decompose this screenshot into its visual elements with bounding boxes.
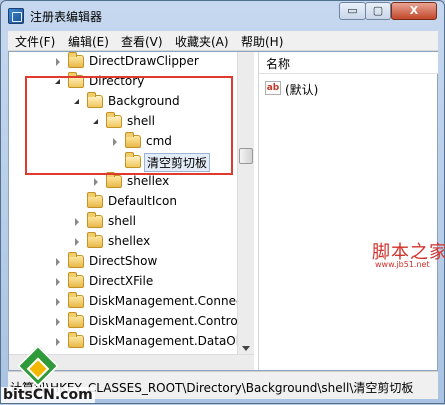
site-logo: bitsCN.com: [1, 344, 95, 405]
tree-item-label: DirectShow: [89, 254, 158, 268]
tree-item-label: DefaultIcon: [108, 194, 177, 208]
expand-icon[interactable]: [53, 57, 63, 67]
folder-icon: [68, 332, 84, 348]
menu-edit[interactable]: 编辑(E): [68, 33, 109, 50]
tree-item-directxfile[interactable]: DirectXFile: [9, 272, 237, 292]
menu-file[interactable]: 文件(F): [15, 33, 55, 50]
main-content: DirectDrawClipper Directory Background s…: [8, 51, 445, 371]
folder-icon: [68, 312, 84, 328]
tree-item-label: shellex: [108, 234, 151, 248]
menu-bar: 文件(F) 编辑(E) 查看(V) 收藏夹(A) 帮助(H): [8, 31, 438, 51]
string-value-icon: ab: [265, 81, 281, 95]
expand-icon[interactable]: [53, 317, 63, 327]
tree-item-label: DirectXFile: [89, 274, 154, 288]
minimize-button[interactable]: ▭: [339, 2, 366, 20]
scroll-down-arrow-icon[interactable]: [242, 346, 250, 351]
window-title: 注册表编辑器: [30, 10, 103, 24]
folder-icon: [87, 232, 103, 248]
tree-item-directdrawclipper[interactable]: DirectDrawClipper: [9, 52, 237, 72]
tree-item-diskmanagement-connec[interactable]: DiskManagement.Connec: [9, 292, 243, 312]
tree-item-label: DiskManagement.Contro: [89, 314, 238, 328]
column-header-label: 名称: [266, 57, 291, 71]
maximize-button[interactable]: ▢: [365, 2, 391, 20]
watermark-url: www.jb51.net: [375, 260, 430, 269]
expand-icon[interactable]: [53, 297, 63, 307]
folder-icon: [68, 272, 84, 288]
folder-icon: [87, 212, 103, 228]
tree-item-directshow[interactable]: DirectShow: [9, 252, 237, 272]
logo-text: bitsCN.com: [1, 387, 95, 403]
expand-icon[interactable]: [72, 237, 82, 247]
values-list[interactable]: 名称 ab (默认): [258, 52, 438, 370]
expand-icon[interactable]: [91, 177, 101, 187]
scrollbar-thumb[interactable]: [239, 148, 253, 164]
tree-vertical-scrollbar[interactable]: [237, 52, 254, 354]
tree-item-label: shell: [108, 214, 136, 228]
tree-item-shellex[interactable]: shellex: [9, 172, 237, 192]
tree-item-label: DiskManagement.DataOl: [89, 334, 240, 348]
registry-tree[interactable]: DirectDrawClipper Directory Background s…: [9, 52, 258, 370]
tree-item-shellex[interactable]: shellex: [9, 232, 237, 252]
value-name: (默认): [285, 83, 319, 97]
tree-item-defaulticon[interactable]: DefaultIcon: [9, 192, 237, 212]
close-button[interactable]: X: [391, 2, 437, 20]
tree-item-diskmanagement-contro[interactable]: DiskManagement.Contro: [9, 312, 238, 332]
expand-icon[interactable]: [72, 217, 82, 227]
registry-app-icon: [8, 8, 24, 24]
folder-icon: [68, 292, 84, 308]
tree-item-label: DirectDrawClipper: [89, 54, 199, 68]
tree-item-label: shellex: [127, 174, 170, 188]
folder-icon: [87, 192, 103, 208]
tree-item-shell[interactable]: shell: [9, 212, 237, 232]
title-bar: 注册表编辑器 ▭ ▢ X: [1, 1, 444, 31]
expand-icon[interactable]: [53, 257, 63, 267]
folder-icon: [106, 172, 122, 188]
annotation-highlight-box: [25, 76, 233, 175]
menu-favorites[interactable]: 收藏夹(A): [175, 33, 229, 50]
menu-view[interactable]: 查看(V): [121, 33, 163, 50]
folder-icon: [68, 252, 84, 268]
column-header-name[interactable]: 名称: [259, 52, 438, 74]
registry-editor-window: 注册表编辑器 ▭ ▢ X 文件(F) 编辑(E) 查看(V) 收藏夹(A) 帮助…: [0, 0, 445, 404]
expand-icon[interactable]: [53, 277, 63, 287]
expand-icon[interactable]: [53, 337, 63, 347]
tree-item-label: DiskManagement.Connec: [89, 294, 243, 308]
menu-help[interactable]: 帮助(H): [241, 33, 283, 50]
folder-icon: [68, 52, 84, 68]
logo-mark-icon: [16, 344, 60, 388]
